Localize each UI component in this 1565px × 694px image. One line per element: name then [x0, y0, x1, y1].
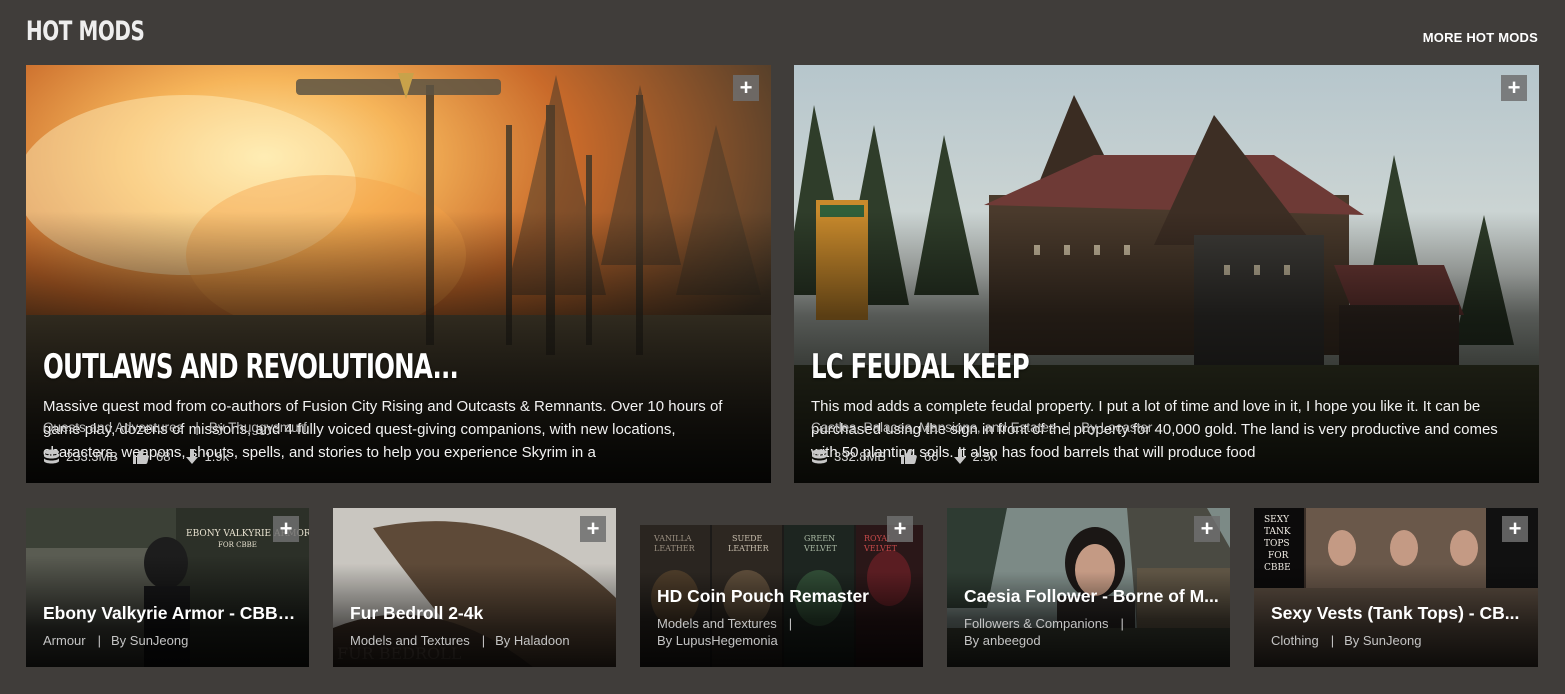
- thumbs-up-icon: [133, 449, 149, 464]
- mod-author-link[interactable]: By anbeegod: [964, 633, 1041, 648]
- mod-card[interactable]: EBONY VALKYRIE ARMOR FOR CBBE + Ebony Va…: [26, 508, 309, 667]
- featured-mod-card[interactable]: + LC FEUDAL KEEP This mod adds a complet…: [794, 65, 1539, 483]
- featured-mod-card[interactable]: + OUTLAWS AND REVOLUTIONA... Massive que…: [26, 65, 771, 483]
- download-icon: [953, 448, 966, 464]
- add-to-collection-button[interactable]: +: [1194, 516, 1220, 542]
- file-size: 233.3MB: [66, 449, 119, 464]
- mod-title[interactable]: OUTLAWS AND REVOLUTIONA...: [43, 347, 459, 387]
- mod-category-link[interactable]: Quests and Adventures: [43, 420, 183, 435]
- download-count: 2.5k: [972, 449, 998, 464]
- mod-card[interactable]: + Caesia Follower - Borne of M... Follow…: [947, 508, 1230, 667]
- mod-title[interactable]: Fur Bedroll 2-4k: [350, 603, 606, 624]
- mod-category-link[interactable]: Castles, Palaces, Mansions, and Estates: [811, 420, 1056, 435]
- add-to-collection-button[interactable]: +: [580, 516, 606, 542]
- mod-category-link[interactable]: Armour: [43, 633, 86, 648]
- database-icon: [812, 449, 827, 463]
- add-to-collection-button[interactable]: +: [1502, 516, 1528, 542]
- mod-title[interactable]: LC FEUDAL KEEP: [811, 347, 1030, 387]
- add-to-collection-button[interactable]: +: [887, 516, 913, 542]
- mod-title[interactable]: HD Coin Pouch Remaster: [657, 586, 913, 607]
- add-to-collection-button[interactable]: +: [733, 75, 759, 101]
- more-hot-mods-link[interactable]: MORE HOT MODS: [1423, 30, 1538, 45]
- hot-mods-header: HOT MODS MORE HOT MODS: [26, 14, 1538, 50]
- download-count: 1.9k: [204, 449, 230, 464]
- endorsement-count: 66: [924, 449, 939, 464]
- mod-meta: Models and Textures | By LupusHegemonia: [657, 616, 793, 648]
- mod-title[interactable]: Ebony Valkyrie Armor - CBBE...: [43, 603, 299, 624]
- mod-card[interactable]: SEXY TANK TOPS FOR CBBE + Sexy Vests (Ta…: [1254, 508, 1538, 667]
- mod-category-link[interactable]: Clothing: [1271, 633, 1319, 648]
- section-title: HOT MODS: [26, 16, 145, 47]
- mod-title[interactable]: Caesia Follower - Borne of M...: [964, 586, 1220, 607]
- add-to-collection-button[interactable]: +: [1501, 75, 1527, 101]
- download-icon: [185, 448, 198, 464]
- file-size: 332.8MB: [834, 449, 887, 464]
- mod-stats: 233.3MB 68 1.9k: [43, 448, 243, 465]
- mod-author-link[interactable]: By Locaster: [1081, 420, 1152, 435]
- mod-category-link[interactable]: Models and Textures: [657, 616, 777, 631]
- mod-author-link[interactable]: By SunJeong: [111, 633, 188, 648]
- mod-card[interactable]: VANILLA LEATHER SUEDE LEATHER GREEN VELV…: [640, 508, 923, 667]
- mod-category-link[interactable]: Models and Textures: [350, 633, 470, 648]
- mod-meta: Clothing | By SunJeong: [1271, 633, 1422, 648]
- mod-meta: Armour | By SunJeong: [43, 633, 189, 648]
- mod-title[interactable]: Sexy Vests (Tank Tops) - CB...: [1271, 603, 1527, 624]
- mod-card[interactable]: FUR BEDROLL + Fur Bedroll 2-4k Models an…: [333, 508, 616, 667]
- mod-author-link[interactable]: By Thuggysmurf: [209, 420, 307, 435]
- database-icon: [44, 449, 59, 463]
- mod-meta: Models and Textures | By Haladoon: [350, 633, 570, 648]
- endorsement-count: 68: [156, 449, 171, 464]
- mod-category-link[interactable]: Followers & Companions: [964, 616, 1109, 631]
- mod-author-link[interactable]: By Haladoon: [495, 633, 569, 648]
- mod-meta: Quests and Adventures | By Thuggysmurf: [43, 420, 307, 435]
- mod-author-link[interactable]: By SunJeong: [1344, 633, 1421, 648]
- mod-author-link[interactable]: By LupusHegemonia: [657, 633, 778, 648]
- mod-stats: 332.8MB 66 2.5k: [811, 448, 1011, 465]
- add-to-collection-button[interactable]: +: [273, 516, 299, 542]
- thumbs-up-icon: [901, 449, 917, 464]
- mod-meta: Castles, Palaces, Mansions, and Estates |…: [811, 420, 1153, 435]
- mod-meta: Followers & Companions | By anbeegod: [964, 616, 1124, 648]
